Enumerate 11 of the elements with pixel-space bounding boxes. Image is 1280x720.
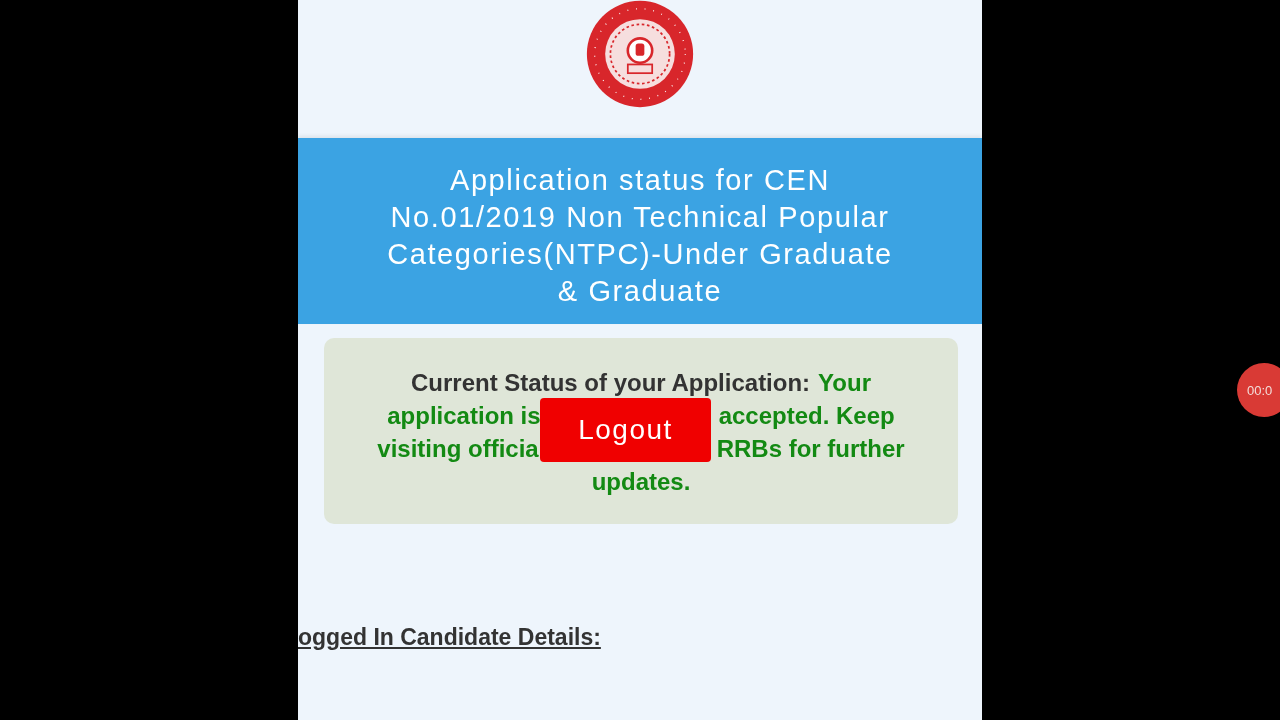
section-heading: ogged In Candidate Details: bbox=[298, 624, 601, 651]
status-message: Your bbox=[818, 368, 871, 398]
recording-timer: 00:0 bbox=[1237, 363, 1280, 417]
status-message: application is bbox=[387, 401, 541, 431]
status-message: RRBs for further bbox=[716, 434, 905, 464]
status-message: updates. bbox=[591, 467, 691, 497]
status-label: Current Status of your Application: bbox=[411, 368, 811, 398]
status-message: visiting officia bbox=[377, 434, 539, 464]
page-title: Application status for CEN No.01/2019 Non Technical Popular Categories(NTPC)-Under Graduate & Graduate bbox=[386, 163, 894, 309]
logout-button[interactable]: Logout bbox=[540, 398, 711, 462]
status-message: accepted. Keep bbox=[718, 401, 895, 431]
